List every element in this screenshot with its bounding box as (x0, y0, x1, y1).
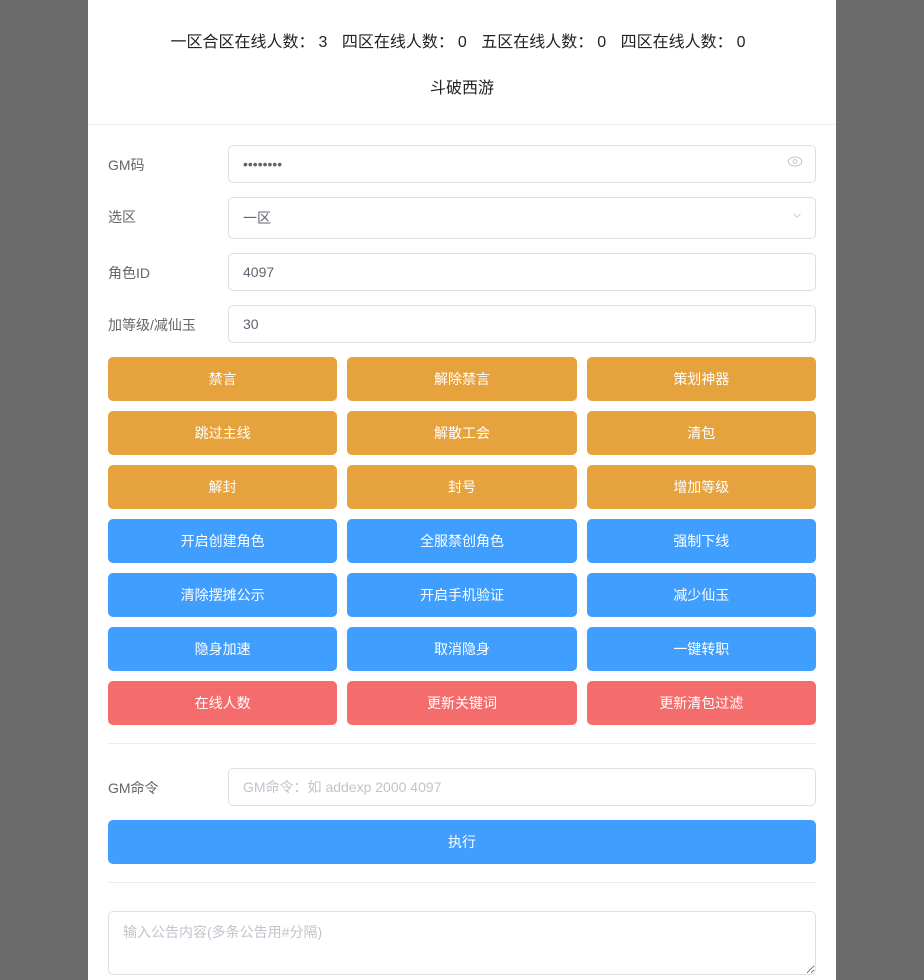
gm-code-input[interactable] (228, 145, 816, 183)
page-title: 斗破西游 (108, 74, 816, 98)
level-input[interactable] (228, 305, 816, 343)
action-button[interactable]: 强制下线 (587, 519, 816, 563)
action-button[interactable]: 减少仙玉 (587, 573, 816, 617)
action-button[interactable]: 开启手机验证 (347, 573, 576, 617)
header: 一区合区在线人数：3 四区在线人数：0 五区在线人数：0 四区在线人数：0 斗破… (88, 0, 836, 124)
button-row-orange: 跳过主线 解散工会 清包 (108, 411, 816, 455)
button-row-blue: 开启创建角色 全服禁创角色 强制下线 (108, 519, 816, 563)
action-button[interactable]: 取消隐身 (347, 627, 576, 671)
divider (108, 882, 816, 883)
action-button[interactable]: 策划神器 (587, 357, 816, 401)
zone-label: 选区 (108, 197, 228, 239)
action-button[interactable]: 更新关键词 (347, 681, 576, 725)
execute-button[interactable]: 执行 (108, 820, 816, 864)
action-button[interactable]: 全服禁创角色 (347, 519, 576, 563)
stat-item: 四区在线人数：0 (342, 34, 475, 51)
main-panel: GM码 选区 一区 角色ID (88, 124, 836, 980)
stat-item: 四区在线人数：0 (621, 34, 754, 51)
stats-row: 一区合区在线人数：3 四区在线人数：0 五区在线人数：0 四区在线人数：0 (108, 28, 816, 52)
button-row-orange: 解封 封号 增加等级 (108, 465, 816, 509)
gm-code-label: GM码 (108, 145, 228, 183)
action-button[interactable]: 隐身加速 (108, 627, 337, 671)
stat-item: 一区合区在线人数：3 (170, 34, 335, 51)
zone-select[interactable]: 一区 (228, 197, 816, 239)
action-button[interactable]: 禁言 (108, 357, 337, 401)
button-row-blue: 隐身加速 取消隐身 一键转职 (108, 627, 816, 671)
role-id-label: 角色ID (108, 253, 228, 291)
action-button[interactable]: 跳过主线 (108, 411, 337, 455)
action-button[interactable]: 解封 (108, 465, 337, 509)
notice-textarea[interactable] (108, 911, 816, 975)
gm-cmd-label: GM命令 (108, 768, 228, 806)
level-label: 加等级/减仙玉 (108, 305, 228, 343)
action-button[interactable]: 增加等级 (587, 465, 816, 509)
action-button[interactable]: 解散工会 (347, 411, 576, 455)
button-row-red: 在线人数 更新关键词 更新清包过滤 (108, 681, 816, 725)
action-button[interactable]: 更新清包过滤 (587, 681, 816, 725)
action-button[interactable]: 封号 (347, 465, 576, 509)
action-button[interactable]: 清包 (587, 411, 816, 455)
role-id-input[interactable] (228, 253, 816, 291)
action-button[interactable]: 清除摆摊公示 (108, 573, 337, 617)
divider (108, 743, 816, 744)
action-button[interactable]: 一键转职 (587, 627, 816, 671)
button-row-blue: 清除摆摊公示 开启手机验证 减少仙玉 (108, 573, 816, 617)
action-button[interactable]: 在线人数 (108, 681, 337, 725)
gm-cmd-input[interactable] (228, 768, 816, 806)
action-button[interactable]: 解除禁言 (347, 357, 576, 401)
eye-icon[interactable] (786, 153, 804, 176)
stat-item: 五区在线人数：0 (481, 34, 614, 51)
action-button[interactable]: 开启创建角色 (108, 519, 337, 563)
button-row-orange: 禁言 解除禁言 策划神器 (108, 357, 816, 401)
